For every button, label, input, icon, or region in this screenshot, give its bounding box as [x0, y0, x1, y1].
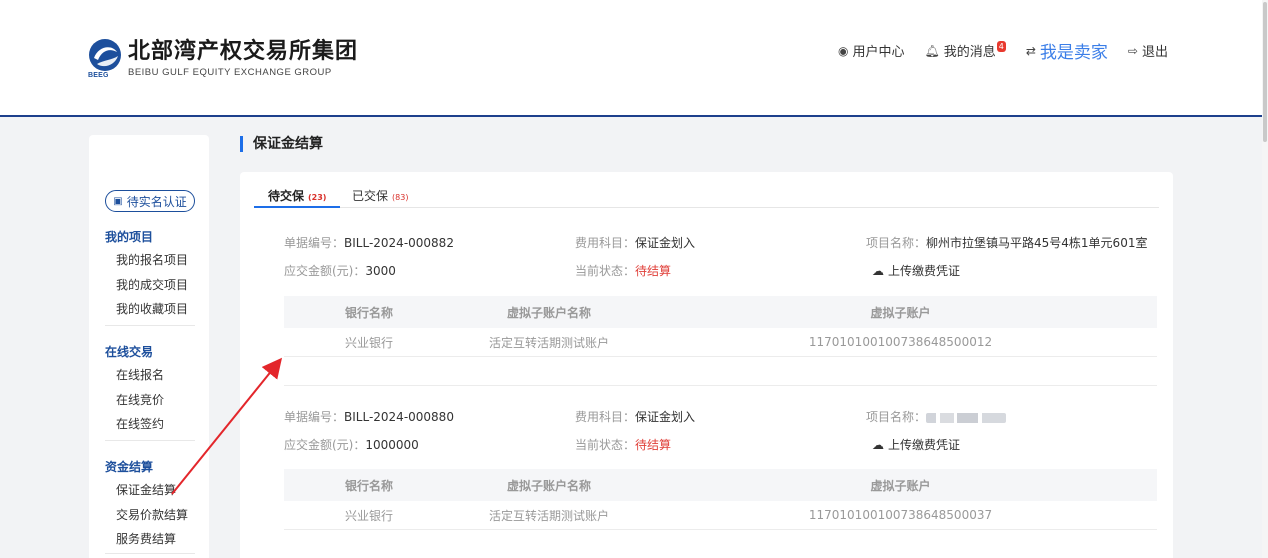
sidebar-divider [105, 325, 195, 326]
tab-label: 待交保 [268, 189, 305, 203]
tab-pending-deposit[interactable]: 待交保 (23) [268, 187, 326, 204]
logout-label: 退出 [1141, 45, 1168, 60]
verify-identity-button[interactable]: ▣ 待实名认证 [105, 190, 195, 212]
seller-link[interactable]: ⇄ 我是卖家 [1026, 38, 1108, 63]
tab-count: (83) [392, 193, 409, 202]
upload-payment-proof-button[interactable]: ☁ 上传缴费凭证 [872, 436, 960, 453]
sidebar-item-registered-projects[interactable]: 我的报名项目 [105, 252, 195, 268]
record-bill-no: 单据编号：BILL-2024-000880 [284, 410, 454, 424]
sidebar-item-favorite-projects[interactable]: 我的收藏项目 [105, 301, 195, 317]
sidebar-group-title: 我的项目 [105, 230, 154, 244]
site-logo[interactable]: BEEG 北部湾产权交易所集团 BEIBU GULF EQUITY EXCHAN… [88, 38, 359, 79]
upload-label: 上传缴费凭证 [888, 438, 961, 452]
tab-label: 已交保 [352, 189, 389, 203]
cloud-upload-icon: ☁ [872, 263, 884, 278]
deposit-settlement-panel: 待交保 (23) 已交保 (83) 单据编号：BILL-2024-000882 费用… [240, 172, 1173, 558]
page-title: 保证金结算 [240, 136, 323, 152]
verify-identity-label: 待实名认证 [126, 194, 187, 209]
redacted-project-name [926, 412, 1007, 423]
active-tab-indicator [254, 206, 340, 208]
sidebar-item-online-signing[interactable]: 在线签约 [105, 416, 195, 432]
virtual-account-table: 银行名称 虚拟子账户名称 虚拟子账户 兴业银行 活定互转活期测试账户 11701… [284, 469, 1157, 530]
sidebar-item-online-registration[interactable]: 在线报名 [105, 367, 195, 383]
sidebar-group-title: 资金结算 [105, 460, 154, 474]
column-header-virtual-account: 虚拟子账户 [870, 305, 931, 320]
tab-paid-deposit[interactable]: 已交保 (83) [352, 187, 408, 204]
sidebar-item-price-settlement[interactable]: 交易价款结算 [105, 507, 195, 523]
sidebar-divider [105, 440, 195, 441]
column-header-virtual-name: 虚拟子账户名称 [506, 305, 591, 320]
sidebar-item-deal-projects[interactable]: 我的成交项目 [105, 277, 195, 293]
logo-emblem-icon: BEEG [88, 38, 122, 79]
site-header: BEEG 北部湾产权交易所集团 BEIBU GULF EQUITY EXCHAN… [0, 0, 1262, 117]
sidebar-group-my-projects: 我的项目 我的报名项目 我的成交项目 我的收藏项目 [105, 229, 195, 326]
messages-label: 我的消息 [943, 45, 996, 60]
tab-count: (23) [308, 193, 327, 202]
record-amount: 应交金额(元)：1000000 [284, 438, 419, 452]
sidebar-group-online-trading: 在线交易 在线报名 在线竞价 在线签约 [105, 344, 195, 441]
column-header-virtual-name: 虚拟子账户名称 [506, 478, 591, 493]
sidebar-item-service-fee-settlement[interactable]: 服务费结算 [105, 531, 195, 547]
logo-chinese-name: 北部湾产权交易所集团 [128, 39, 359, 64]
table-row: 兴业银行 活定互转活期测试账户 117010100100738648500012 [284, 328, 1157, 357]
table-header: 银行名称 虚拟子账户名称 虚拟子账户 [284, 469, 1157, 501]
user-center-link[interactable]: ◉ 用户中心 [838, 41, 905, 61]
sidebar-item-deposit-settlement[interactable]: 保证金结算 [105, 482, 195, 498]
record-project-name: 项目名称：柳州市拉堡镇马平路45号4栋1单元601室 [866, 236, 1148, 250]
record-fee-subject: 费用科目：保证金划入 [575, 410, 696, 424]
messages-count-badge: 4 [996, 41, 1006, 52]
upload-label: 上传缴费凭证 [888, 264, 961, 278]
record-divider [284, 385, 1157, 386]
sidebar-item-online-bidding[interactable]: 在线竞价 [105, 392, 195, 408]
logo-abbreviation: BEEG [88, 72, 109, 79]
record-amount: 应交金额(元)：3000 [284, 264, 396, 278]
id-card-icon: ▣ [113, 195, 123, 207]
sidebar: ▣ 待实名认证 我的项目 我的报名项目 我的成交项目 我的收藏项目 在线交易 在… [89, 135, 209, 558]
record-bill-no: 单据编号：BILL-2024-000882 [284, 236, 454, 250]
sidebar-group-title: 在线交易 [105, 345, 154, 359]
record-status: 当前状态：待结算 [575, 264, 672, 278]
logout-icon: ⇨ [1127, 43, 1138, 58]
record-fee-subject: 费用科目：保证金划入 [575, 236, 696, 250]
switch-role-icon: ⇄ [1025, 43, 1036, 58]
table-row: 兴业银行 活定互转活期测试账户 117010100100738648500037 [284, 501, 1157, 530]
column-header-bank: 银行名称 [344, 305, 393, 320]
page-scrollbar[interactable] [1262, 0, 1268, 558]
seller-label: 我是卖家 [1039, 43, 1108, 63]
cloud-upload-icon: ☁ [872, 437, 884, 452]
record-project-name: 项目名称： [866, 408, 1007, 425]
status-tabs: 待交保 (23) 已交保 (83) [254, 172, 1159, 208]
upload-payment-proof-button[interactable]: ☁ 上传缴费凭证 [872, 262, 960, 279]
logo-english-name: BEIBU GULF EQUITY EXCHANGE GROUP [128, 67, 332, 78]
column-header-bank: 银行名称 [344, 478, 393, 493]
logout-link[interactable]: ⇨ 退出 [1127, 41, 1168, 61]
sidebar-divider [105, 553, 195, 554]
bell-icon: 🔔︎ [924, 43, 940, 58]
messages-link[interactable]: 🔔︎ 我的消息 4 [925, 41, 1006, 60]
top-navigation: ◉ 用户中心 🔔︎ 我的消息 4 ⇄ 我是卖家 ⇨ 退出 [818, 38, 1168, 63]
sidebar-group-fund-settlement: 资金结算 保证金结算 交易价款结算 服务费结算 [105, 459, 195, 556]
scrollbar-thumb[interactable] [1263, 2, 1267, 142]
virtual-account-table: 银行名称 虚拟子账户名称 虚拟子账户 兴业银行 活定互转活期测试账户 11701… [284, 296, 1157, 357]
column-header-virtual-account: 虚拟子账户 [870, 478, 931, 493]
user-circle-icon: ◉ [838, 43, 849, 58]
record-status: 当前状态：待结算 [575, 438, 672, 452]
user-center-label: 用户中心 [852, 45, 905, 60]
table-header: 银行名称 虚拟子账户名称 虚拟子账户 [284, 296, 1157, 328]
